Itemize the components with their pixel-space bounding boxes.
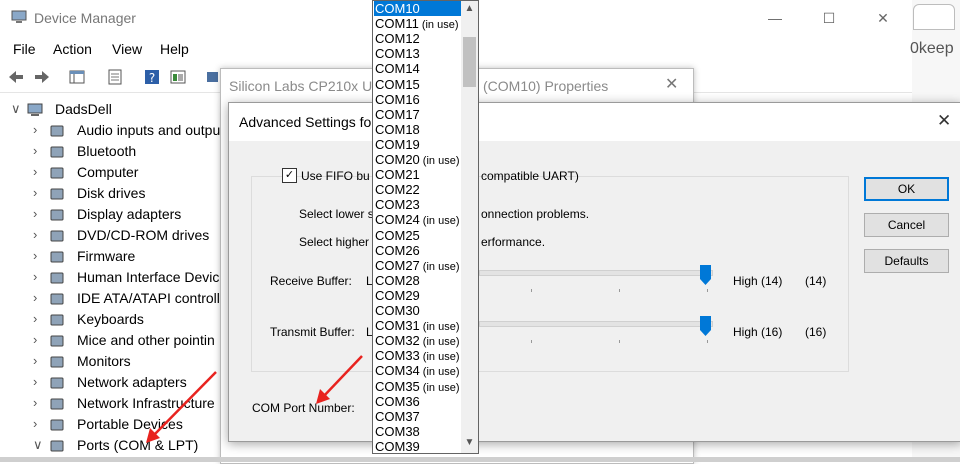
annotation-arrows [146, 355, 363, 443]
red-arrow-to-com-port [316, 355, 363, 404]
red-arrow-to-ports [146, 371, 217, 443]
